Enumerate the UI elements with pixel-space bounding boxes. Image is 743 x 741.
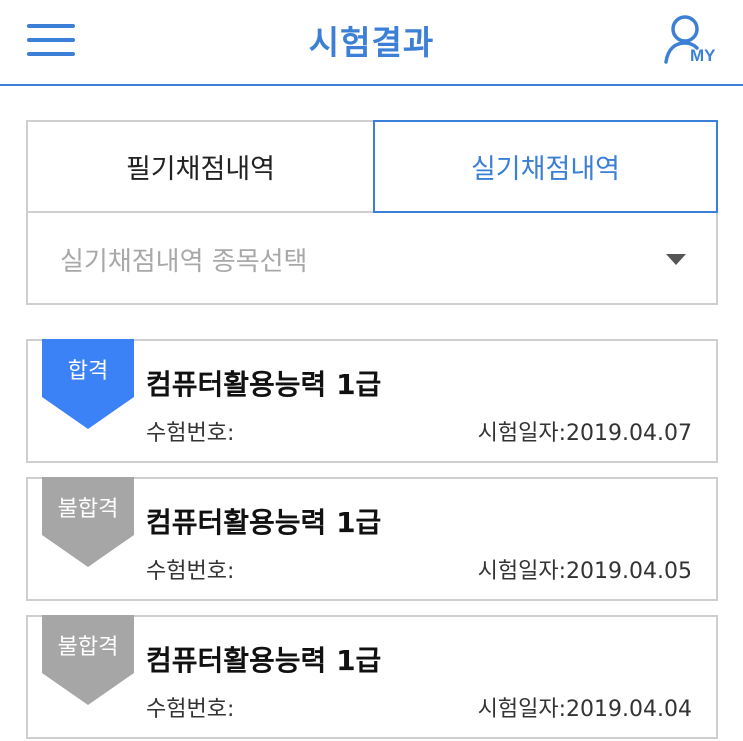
exam-date: 시험일자:2019.04.05	[477, 559, 692, 584]
subject-select-placeholder: 실기채점내역 종목선택	[60, 247, 308, 277]
result-tabs: 필기채점내역 실기채점내역	[26, 120, 718, 213]
status-label: 불합격	[57, 497, 119, 522]
result-card[interactable]: 합격 컴퓨터활용능력 1급 수험번호: 시험일자:2019.04.07	[26, 339, 718, 463]
exam-number-label: 수험번호:	[146, 559, 235, 584]
my-label: MY	[690, 46, 716, 65]
status-badge: 합격	[42, 339, 134, 431]
my-page-button[interactable]: MY	[662, 10, 724, 70]
subject-select[interactable]: 실기채점내역 종목선택	[26, 213, 718, 305]
page-title: 시험결과	[308, 23, 435, 62]
result-title: 컴퓨터활용능력 1급	[146, 506, 382, 539]
exam-date: 시험일자:2019.04.07	[477, 421, 692, 446]
tab-practical-results[interactable]: 실기채점내역	[373, 120, 718, 213]
result-card[interactable]: 불합격 컴퓨터활용능력 1급 수험번호: 시험일자:2019.04.04	[26, 615, 718, 739]
status-badge: 불합격	[42, 615, 134, 707]
result-card[interactable]: 불합격 컴퓨터활용능력 1급 수험번호: 시험일자:2019.04.05	[26, 477, 718, 601]
status-badge: 불합격	[42, 477, 134, 569]
exam-date: 시험일자:2019.04.04	[477, 697, 692, 722]
status-label: 합격	[67, 359, 109, 384]
dropdown-caret-icon	[666, 254, 686, 265]
status-label: 불합격	[57, 635, 119, 660]
result-title: 컴퓨터활용능력 1급	[146, 368, 382, 401]
exam-number-label: 수험번호:	[146, 421, 235, 446]
tab-written-results[interactable]: 필기채점내역	[26, 120, 373, 213]
result-title: 컴퓨터활용능력 1급	[146, 644, 382, 677]
app-header: 시험결과 MY	[0, 0, 743, 86]
exam-number-label: 수험번호:	[146, 697, 235, 722]
